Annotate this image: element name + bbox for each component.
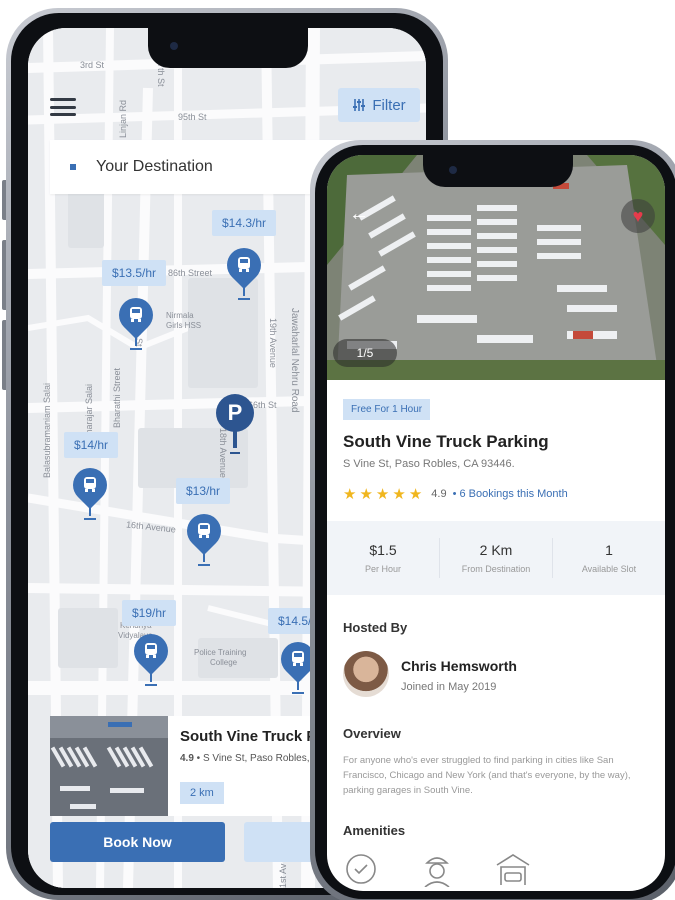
overview-text: For anyone who's ever struggled to find … [343,755,631,796]
street-label: Balasubramaniam Salai [42,382,52,478]
parking-pin-icon[interactable]: P [216,394,254,458]
host-name[interactable]: Chris Hemsworth [401,658,517,674]
star-icon: ★ [375,486,390,503]
notch [423,155,573,187]
parking-title: South Vine Truck Parking [343,432,549,451]
stat-distance: 2 Km From Destination [440,538,553,578]
avatar[interactable] [343,651,389,697]
clock-24-icon [346,854,376,884]
free-badge: Free For 1 Hour [343,399,431,420]
parking-lot-photo[interactable]: ← ♥ 1/5 [327,155,665,380]
detail-screen: ← ♥ 1/5 Free For 1 Hour South Vine Truck… [327,155,665,891]
stat-label: From Destination [461,564,531,574]
back-arrow-icon[interactable]: ← [349,203,369,226]
rating-row: ★ ★ ★ ★ ★ 4.9 • 6 Bookings this Month [343,485,568,503]
rating-value: 4.9 [431,488,447,500]
street-label: 95th St [178,112,207,122]
stat-label: Available Slot [581,564,637,574]
covered-garage-icon [496,854,530,885]
street-label: Jawaharlal Nehru Road [289,308,300,413]
device-mockups: 3rd St 97th St Linjan Rd 95th St 86th St… [0,0,675,900]
amenities-heading: Amenities [343,823,406,838]
stat-price: $1.5 Per Hour [327,538,440,578]
distance-badge: 2 km [180,782,224,804]
price-tag[interactable]: $14/hr [64,432,119,458]
star-icon: ★ [408,486,423,503]
stat-label: Per Hour [364,564,401,574]
detail-phone: ← ♥ 1/5 Free For 1 Hour South Vine Truck… [310,140,675,900]
hosted-by-heading: Hosted By [343,620,408,635]
street-label: Police Training [194,648,247,657]
price-tag[interactable]: $13/hr [176,478,231,504]
street-label: 1st Av [278,863,288,888]
street-label: College [210,658,238,667]
filter-button[interactable]: Filter [338,88,420,122]
host-joined: Joined in May 2019 [401,681,497,693]
stat-value: $1.5 [369,542,397,558]
street-label: 19th Avenue [268,318,278,368]
price-tag[interactable]: $19/hr [122,600,177,626]
notch [148,28,308,68]
stat-value: 2 Km [479,542,513,558]
price-tag[interactable]: $14.3/hr [212,210,277,236]
destination-label: Your Destination [96,158,213,175]
bookings-link[interactable]: • 6 Bookings this Month [453,488,568,500]
street-label: 3rd St [80,60,105,70]
stat-value: 1 [605,542,613,558]
star-icon: ★ [343,486,357,503]
menu-icon[interactable] [50,98,76,116]
stats-bar: $1.5 Per Hour 2 Km From Destination 1 Av… [327,521,665,595]
stat-slots: 1 Available Slot [553,538,665,578]
truck-pin-icon[interactable] [111,290,161,352]
street-label: Nirmala [166,311,194,320]
street-label: Bharathi Street [112,367,122,428]
filter-icon [353,99,366,111]
truck-pin-icon[interactable] [179,506,229,568]
overview-heading: Overview [343,726,401,741]
parking-thumbnail [50,716,168,816]
price-tag[interactable]: $13.5/hr [102,260,167,286]
street-label: Linjan Rd [118,99,128,138]
street-label: 86th Street [168,268,213,278]
photo-counter: 1/5 [333,339,397,367]
heart-icon[interactable]: ♥ [621,199,655,233]
truck-pin-icon[interactable] [219,240,269,302]
truck-pin-icon[interactable] [65,460,115,522]
street-label: Girls HSS [166,321,202,330]
star-icon: ★ [392,486,406,503]
star-icon: ★ [359,486,373,503]
truck-pin-icon[interactable] [126,626,176,688]
parking-address: S Vine St, Paso Robles, CA 93446. [343,458,515,470]
destination-dot-icon [70,164,76,170]
card-rating: 4.9 [180,753,194,764]
security-guard-icon [424,857,450,887]
filter-label: Filter [372,96,406,114]
book-now-button[interactable]: Book Now [50,822,225,862]
